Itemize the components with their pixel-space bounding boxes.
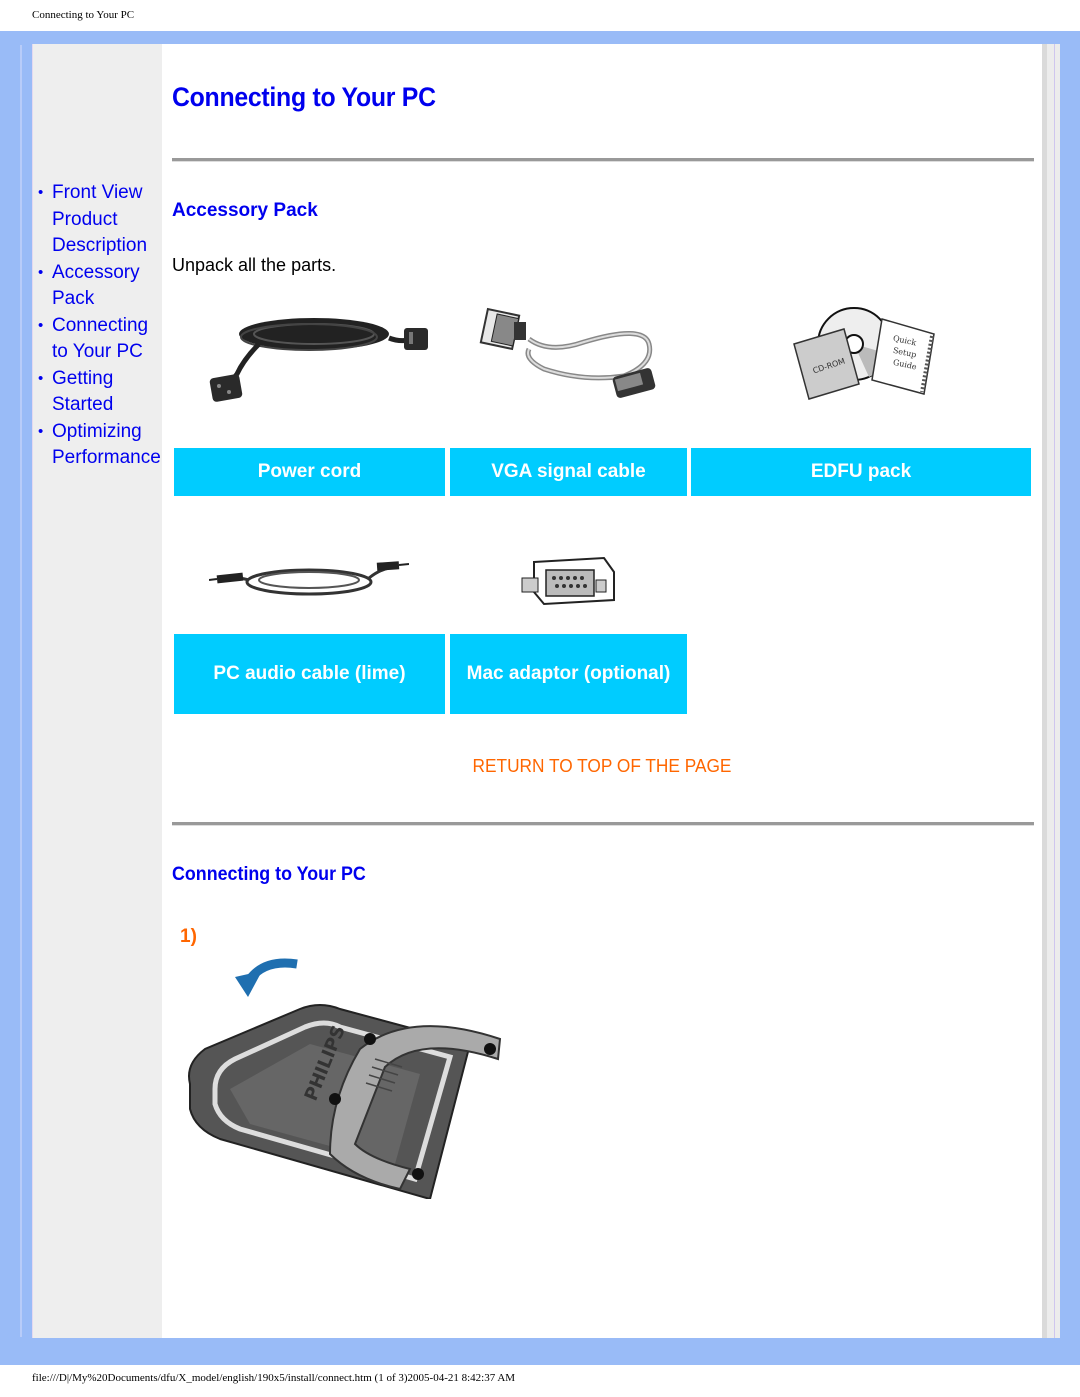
bullet-icon: •: [38, 184, 44, 201]
mac-adaptor-image: [521, 556, 615, 606]
monitor-base-rotate-image: PHILIPS: [188, 958, 502, 1199]
connecting-heading: Connecting to Your PC: [172, 864, 366, 885]
audio-cable-image: [209, 561, 409, 596]
sidebar-item-accessory-pack[interactable]: • Accessory Pack: [33, 260, 163, 313]
page-frame: • Front View Product Description • Acces…: [0, 31, 1080, 1365]
sidebar-link-optimizing[interactable]: Optimizing Performance: [52, 421, 161, 469]
divider: [172, 158, 1034, 162]
accessory-intro-text: Unpack all the parts.: [172, 255, 337, 275]
return-to-top-link[interactable]: RETURN TO TOP OF THE PAGE: [180, 756, 1025, 777]
sidebar-item-optimizing[interactable]: • Optimizing Performance: [33, 419, 163, 472]
scrollbar-track[interactable]: [1042, 44, 1060, 1338]
sidebar-item-front-view[interactable]: • Front View Product Description: [33, 180, 163, 260]
step-number: 1): [180, 926, 197, 947]
accessory-label-vga-cable: VGA signal cable: [450, 448, 687, 496]
power-cord-image: [209, 318, 428, 402]
accessory-label-edfu-pack: EDFU pack: [691, 448, 1031, 496]
accessory-label-mac-adaptor: Mac adaptor (optional): [450, 634, 687, 714]
accessory-label-audio-cable: PC audio cable (lime): [174, 634, 445, 714]
print-header: Connecting to Your PC: [32, 9, 135, 21]
sidebar-nav: • Front View Product Description • Acces…: [33, 180, 163, 472]
accessory-label-power-cord: Power cord: [174, 448, 445, 496]
bullet-icon: •: [38, 263, 44, 281]
scrollbar-line: [1054, 44, 1055, 1338]
sidebar-link-connecting[interactable]: Connecting to Your PC: [52, 315, 148, 363]
sidebar-item-connecting[interactable]: • Connecting to Your PC: [33, 313, 163, 366]
accessory-pack-heading: Accessory Pack: [172, 200, 318, 221]
bullet-icon: •: [38, 422, 44, 440]
sidebar-link-accessory-pack[interactable]: Accessory Pack: [52, 262, 140, 310]
vga-cable-image: [479, 307, 656, 398]
scrollbar-edge: [1042, 44, 1047, 1338]
main-content: Connecting to Your PC Accessory Pack Unp…: [162, 44, 1042, 1338]
sidebar-link-front-view[interactable]: Front View Product Description: [52, 182, 147, 256]
print-footer: file:///D|/My%20Documents/dfu/X_model/en…: [32, 1372, 516, 1384]
bullet-icon: •: [38, 316, 44, 334]
page-title: Connecting to Your PC: [172, 82, 436, 112]
frame-border-line: [20, 45, 22, 1337]
sidebar-item-getting-started[interactable]: • Getting Started: [33, 366, 163, 419]
edfu-pack-image: CD-ROM Quick Setup Guide: [793, 307, 935, 400]
sidebar: • Front View Product Description • Acces…: [32, 44, 163, 1338]
divider: [172, 822, 1034, 826]
bullet-icon: •: [38, 369, 44, 387]
sidebar-link-getting-started[interactable]: Getting Started: [52, 368, 113, 416]
